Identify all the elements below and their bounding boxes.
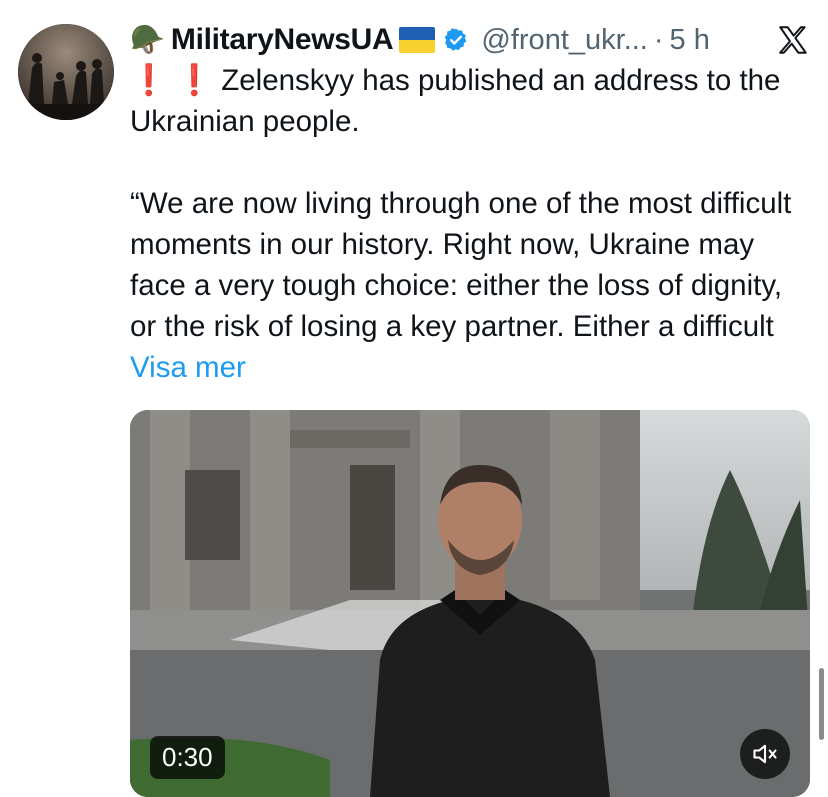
tweet-text: ❗ ❗ Zelenskyy has published an address t… <box>130 60 810 388</box>
author-handle[interactable]: @front_ukr... <box>481 24 647 57</box>
video-thumbnail <box>130 410 810 797</box>
alert-emoji-icon: ❗ ❗ <box>130 64 214 97</box>
verified-badge-icon <box>445 28 467 51</box>
ukraine-flag-icon <box>399 27 436 53</box>
timestamp[interactable]: 5 h <box>670 24 710 57</box>
avatar[interactable] <box>18 24 114 120</box>
x-logo-icon[interactable] <box>776 23 810 57</box>
helmet-icon: 🪖 <box>130 24 165 55</box>
mute-button[interactable] <box>740 729 790 779</box>
separator: · <box>653 23 664 56</box>
speaker-muted-icon <box>753 744 777 764</box>
show-more-link[interactable]: Visa mer <box>130 351 246 384</box>
scrollbar-thumb[interactable] <box>819 668 824 740</box>
display-name[interactable]: MilitaryNewsUA <box>171 23 394 57</box>
video-duration: 0:30 <box>150 736 225 779</box>
avatar-image <box>18 24 114 120</box>
tweet-header: 🪖 MilitaryNewsUA @front_ukr... · 5 h <box>130 18 810 62</box>
tweet-body: Zelenskyy has published an address to th… <box>130 64 792 343</box>
video-player[interactable]: 0:30 <box>130 410 810 797</box>
